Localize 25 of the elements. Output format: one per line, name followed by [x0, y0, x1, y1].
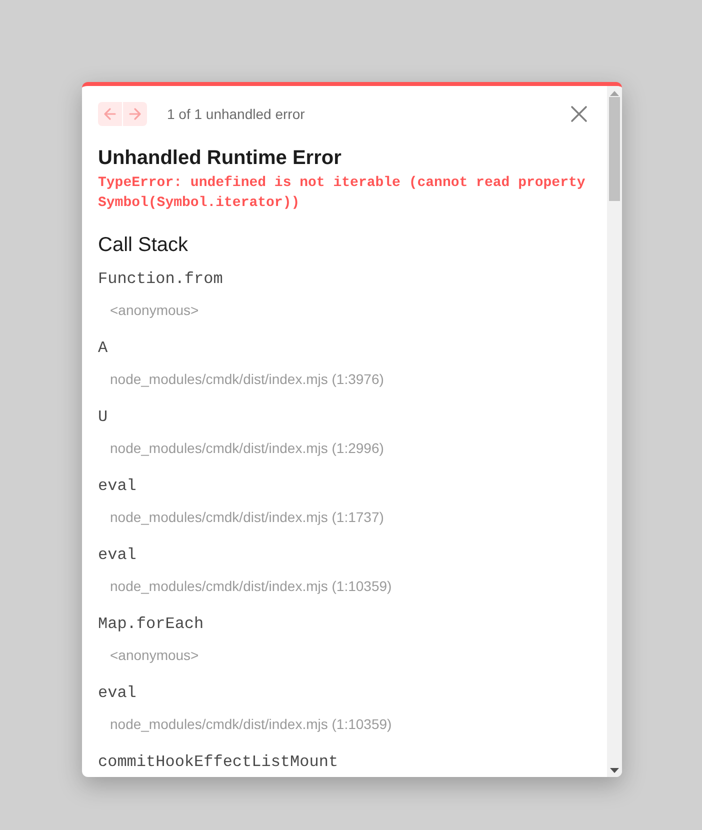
- stack-frame-location[interactable]: node_modules/cmdk/dist/index.mjs (1:1737): [110, 507, 384, 527]
- stack-frame-function: commitHookEffectListMount: [98, 752, 338, 772]
- right-arrow-icon: [127, 106, 143, 122]
- scroll-down-icon[interactable]: [610, 768, 619, 773]
- stack-frame-function: eval: [98, 683, 136, 703]
- error-title: Unhandled Runtime Error: [98, 146, 342, 170]
- call-stack-heading: Call Stack: [98, 233, 190, 257]
- stack-frame-location[interactable]: <anonymous>: [110, 300, 199, 320]
- stack-frame-function: Map.forEach: [98, 614, 204, 634]
- stack-frame-function: A: [98, 338, 108, 358]
- stack-frame-location[interactable]: node_modules/cmdk/dist/index.mjs (1:10359): [110, 714, 392, 734]
- left-arrow-icon: [102, 106, 118, 122]
- stack-frame-function: eval: [98, 545, 136, 565]
- stack-frame-location[interactable]: node_modules/cmdk/dist/index.mjs (1:10359): [110, 576, 392, 596]
- close-icon[interactable]: [570, 105, 588, 123]
- stack-frame-location[interactable]: <anonymous>: [110, 645, 199, 665]
- stack-frame-function: eval: [98, 476, 136, 496]
- stack-frame-location[interactable]: node_modules/cmdk/dist/index.mjs (1:3976): [110, 369, 384, 389]
- stack-frame-function: U: [98, 407, 108, 427]
- stack-frame-location[interactable]: node_modules/cmdk/dist/index.mjs (1:2996): [110, 438, 384, 458]
- scrollbar-track[interactable]: [607, 86, 622, 777]
- stack-frame-function: Function.from: [98, 269, 223, 289]
- error-counter: 1 of 1 unhandled error: [167, 106, 305, 122]
- error-message: TypeError: undefined is not iterable (cannot read property Symbol(Symbol.iterator)): [98, 174, 586, 213]
- scrollbar-thumb[interactable]: [609, 97, 620, 201]
